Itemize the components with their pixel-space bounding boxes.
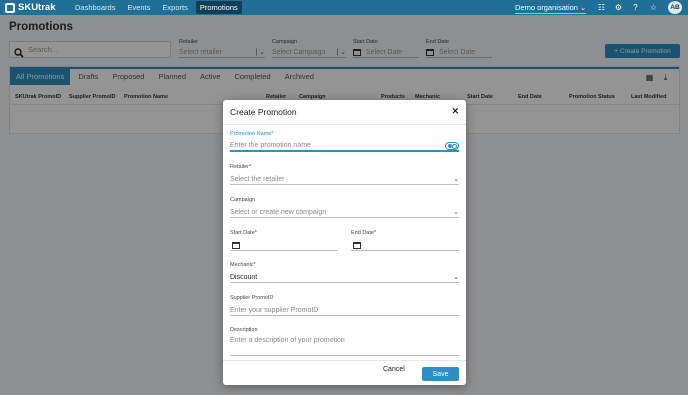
campaign-placeholder: Select or create new campaign bbox=[230, 208, 327, 216]
chevron-down-icon: ⌄ bbox=[580, 3, 587, 12]
close-icon[interactable]: ✕ bbox=[451, 106, 459, 117]
campaign-label: Campaign bbox=[230, 197, 256, 203]
end-date-label: End Date* bbox=[351, 230, 377, 236]
avatar[interactable]: AB bbox=[668, 1, 682, 14]
gear-icon[interactable]: ⚙ bbox=[614, 3, 623, 12]
mechanic-select[interactable]: Mechanic* Discount ⌄ bbox=[230, 262, 459, 283]
chevron-down-icon: ⌄ bbox=[453, 274, 459, 281]
skutrak-logo[interactable]: SKUtrak bbox=[5, 2, 65, 13]
mechanic-value: Discount bbox=[230, 273, 258, 281]
create-promotion-dialog: Create Promotion ✕ Promotion Name* Enter… bbox=[223, 100, 466, 385]
end-date-field[interactable]: End Date* bbox=[351, 230, 459, 251]
description-placeholder: Enter a description of your promotion bbox=[230, 337, 345, 344]
divider bbox=[223, 124, 466, 125]
org-name: Demo organisation bbox=[515, 3, 578, 12]
nav-link-promotions[interactable]: Promotions bbox=[195, 1, 242, 14]
chevron-down-icon: ⌄ bbox=[453, 176, 459, 183]
nav-link-exports[interactable]: Exports bbox=[158, 1, 191, 14]
promotion-name-label: Promotion Name* bbox=[230, 131, 274, 137]
retailer-placeholder: Select the retailer bbox=[230, 175, 285, 183]
start-date-field[interactable]: Start Date* bbox=[230, 230, 338, 251]
promotion-name-field[interactable]: Promotion Name* Enter the promotion name bbox=[230, 131, 459, 152]
cancel-button[interactable]: Cancel bbox=[383, 366, 405, 373]
nav-link-events[interactable]: Events bbox=[123, 1, 154, 14]
org-selector[interactable]: Demo organisation ⌄ bbox=[515, 3, 587, 14]
start-date-label: Start Date* bbox=[230, 230, 257, 236]
description-field[interactable]: Description Enter a description of your … bbox=[230, 327, 459, 356]
mechanic-label: Mechanic* bbox=[230, 262, 256, 268]
campaign-select[interactable]: Campaign Select or create new campaign ⌄ bbox=[230, 197, 459, 218]
supplier-promoid-label: Supplier PromoID bbox=[230, 295, 274, 301]
help-icon[interactable]: ? bbox=[631, 3, 640, 12]
password-manager-icon[interactable] bbox=[445, 141, 459, 150]
supplier-promoid-placeholder: Enter your supplier PromoID bbox=[230, 306, 319, 314]
dialog-title: Create Promotion bbox=[230, 107, 297, 117]
calendar-icon[interactable] bbox=[232, 241, 240, 249]
retailer-select[interactable]: Retailer* Select the retailer ⌄ bbox=[230, 164, 459, 185]
supplier-promoid-field[interactable]: Supplier PromoID Enter your supplier Pro… bbox=[230, 295, 459, 316]
logo-icon bbox=[5, 2, 15, 13]
top-nav: SKUtrak Dashboards Events Exports Promot… bbox=[0, 0, 688, 15]
database-icon[interactable]: ☷ bbox=[597, 3, 606, 12]
calendar-icon[interactable] bbox=[353, 241, 361, 249]
retailer-label: Retailer* bbox=[230, 164, 252, 170]
logo-text: SKUtrak bbox=[18, 2, 56, 13]
description-label: Description bbox=[230, 327, 258, 333]
star-icon[interactable]: ☆ bbox=[649, 3, 658, 12]
divider bbox=[223, 360, 466, 361]
promotion-name-placeholder: Enter the promotion name bbox=[230, 142, 311, 149]
chevron-down-icon: ⌄ bbox=[453, 209, 459, 216]
save-button[interactable]: Save bbox=[422, 367, 459, 381]
nav-link-dashboards[interactable]: Dashboards bbox=[71, 1, 119, 14]
